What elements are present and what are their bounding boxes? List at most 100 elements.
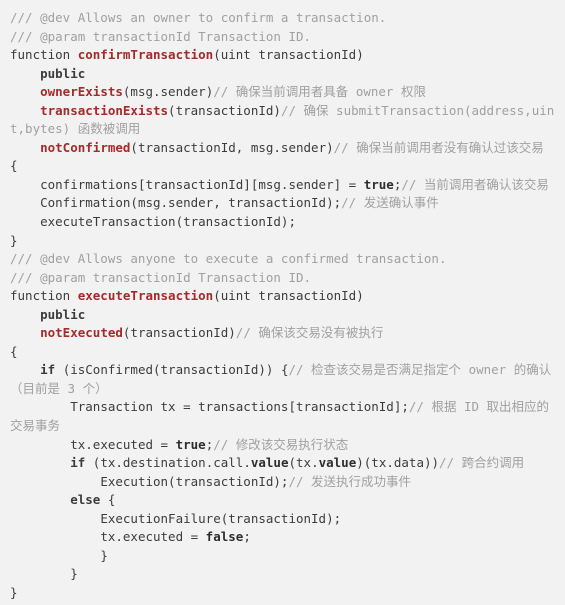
code-token-plain: Transaction tx = transactions[transactio… <box>70 399 409 415</box>
code-token-literal: true <box>363 176 394 192</box>
code-token-plain: ; <box>243 529 251 545</box>
code-token-plain: function <box>10 47 78 63</box>
code-line: { <box>10 157 561 176</box>
code-token-plain: } <box>10 232 18 248</box>
code-token-modifier: transactionExists <box>40 102 169 118</box>
code-token-fname: confirmTransaction <box>77 47 214 63</box>
code-token-plain: Execution(transactionId); <box>100 473 289 489</box>
code-token-plain: confirmations[transactionId][msg.sender]… <box>40 176 364 192</box>
code-line: if (tx.destination.call.value(tx.value)(… <box>10 454 561 473</box>
code-token-plain: (uint transactionId) <box>213 288 364 304</box>
code-line: /// @dev Allows anyone to execute a conf… <box>10 250 561 269</box>
code-line: /// @dev Allows an owner to confirm a tr… <box>10 9 561 28</box>
code-line: ownerExists(msg.sender)// 确保当前调用者具备 owne… <box>10 83 561 102</box>
code-line: } <box>10 547 561 566</box>
code-line: { <box>10 343 561 362</box>
code-line: if (isConfirmed(transactionId)) {// 检查该交… <box>10 361 561 398</box>
code-line: else { <box>10 491 561 510</box>
code-token-keyword: public <box>40 65 86 81</box>
code-viewer[interactable]: /// @dev Allows an owner to confirm a tr… <box>0 0 565 605</box>
code-token-comment: /// @param transactionId Transaction ID. <box>10 269 312 285</box>
code-line: Confirmation(msg.sender, transactionId);… <box>10 194 561 213</box>
code-token-fname: executeTransaction <box>77 288 214 304</box>
code-line: } <box>10 584 561 603</box>
code-token-plain: ExecutionFailure(transactionId); <box>100 510 342 526</box>
code-line: executeTransaction(transactionId); <box>10 213 561 232</box>
code-line: public <box>10 306 561 325</box>
code-token-comment: /// @dev Allows an owner to confirm a tr… <box>10 10 387 25</box>
code-token-plain: function <box>10 288 78 304</box>
code-token-comment: // 确保该交易没有被执行 <box>235 325 384 341</box>
code-line: public <box>10 65 561 84</box>
code-token-plain: { <box>100 492 116 508</box>
code-token-comment: /// @dev Allows anyone to execute a conf… <box>10 251 447 267</box>
code-line: Execution(transactionId);// 发送执行成功事件 <box>10 473 561 492</box>
code-token-plain: (isConfirmed(transactionId)) { <box>55 362 289 378</box>
code-token-literal: false <box>205 529 244 545</box>
code-token-comment: // 确保当前调用者没有确认过该交易 <box>333 139 544 155</box>
code-token-modifier: notExecuted <box>40 325 123 341</box>
code-token-plain: )(tx.data)) <box>356 455 440 471</box>
code-token-comment: // 发送确认事件 <box>341 195 439 211</box>
code-token-keyword: else <box>70 492 101 508</box>
code-token-comment: // 修改该交易执行状态 <box>213 436 349 452</box>
code-token-plain: executeTransaction(transactionId); <box>40 214 296 230</box>
code-token-comment: // 当前调用者确认该交易 <box>401 176 549 192</box>
code-token-plain: (tx. <box>288 455 319 471</box>
code-token-plain: (transactionId) <box>122 325 236 341</box>
code-token-comment: // 确保当前调用者具备 owner 权限 <box>213 84 426 100</box>
code-token-literal: true <box>175 436 206 452</box>
code-token-keyword: public <box>40 306 86 322</box>
code-line: function confirmTransaction(uint transac… <box>10 46 561 65</box>
code-token-comment: // 跨合约调用 <box>439 455 525 471</box>
code-token-keyword: if <box>40 362 56 378</box>
code-line: function executeTransaction(uint transac… <box>10 287 561 306</box>
code-token-literal: value <box>250 455 289 471</box>
code-line: /// @param transactionId Transaction ID. <box>10 269 561 288</box>
code-token-comment: // 发送执行成功事件 <box>288 473 412 489</box>
code-token-modifier: ownerExists <box>40 84 123 100</box>
code-line: } <box>10 565 561 584</box>
code-line: confirmations[transactionId][msg.sender]… <box>10 176 561 195</box>
code-token-comment: /// @param transactionId Transaction ID. <box>10 28 312 44</box>
code-line: transactionExists(transactionId)// 确保 su… <box>10 102 561 139</box>
code-line: ExecutionFailure(transactionId); <box>10 510 561 529</box>
code-token-plain: tx.executed = <box>70 436 176 452</box>
code-token-modifier: notConfirmed <box>40 139 131 155</box>
code-token-plain: (msg.sender) <box>122 84 214 100</box>
code-line: } <box>10 232 561 251</box>
code-token-plain: { <box>10 343 18 359</box>
code-token-plain: tx.executed = <box>100 529 206 545</box>
code-line: notConfirmed(transactionId, msg.sender)/… <box>10 139 561 158</box>
code-token-plain: } <box>10 584 18 600</box>
code-line: Transaction tx = transactions[transactio… <box>10 398 561 435</box>
code-token-keyword: if <box>70 455 86 471</box>
code-token-plain: { <box>10 158 18 174</box>
code-line: notExecuted(transactionId)// 确保该交易没有被执行 <box>10 324 561 343</box>
code-token-plain: } <box>100 547 108 563</box>
code-token-plain: (tx.destination.call. <box>85 455 251 471</box>
code-token-plain: } <box>70 566 78 582</box>
code-token-plain: (uint transactionId) <box>213 47 364 63</box>
code-line: tx.executed = true;// 修改该交易执行状态 <box>10 436 561 455</box>
code-line: /// @param transactionId Transaction ID. <box>10 28 561 47</box>
